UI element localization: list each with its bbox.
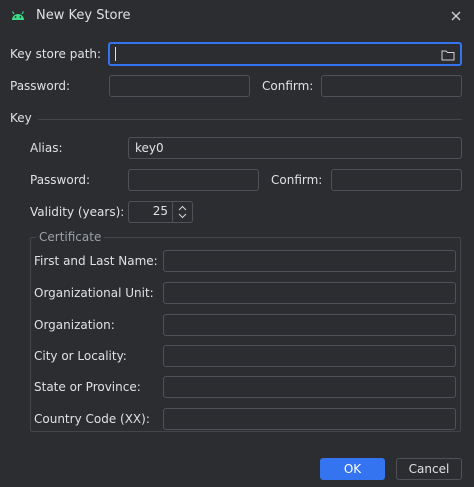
country-code-label: Country Code (XX): <box>34 412 150 426</box>
alias-label: Alias: <box>30 141 63 155</box>
validity-label: Validity (years): <box>30 205 125 219</box>
country-code-input[interactable] <box>163 408 456 430</box>
cancel-button[interactable]: Cancel <box>396 458 462 480</box>
title-bar: New Key Store <box>0 0 474 32</box>
keystore-confirm-label: Confirm: <box>262 79 314 93</box>
key-section-label: Key <box>10 111 32 125</box>
key-confirm-input[interactable] <box>331 169 462 191</box>
certificate-title: Certificate <box>36 230 105 244</box>
browse-folder-button[interactable] <box>441 49 455 64</box>
state-input[interactable] <box>163 376 456 398</box>
up-down-arrows-icon <box>178 205 187 219</box>
keystore-path-label: Key store path: <box>10 47 102 61</box>
org-unit-input[interactable] <box>163 282 456 304</box>
validity-value: 25 <box>152 204 168 218</box>
state-label: State or Province: <box>34 380 141 394</box>
org-unit-label: Organizational Unit: <box>34 286 154 300</box>
window-title: New Key Store <box>36 8 131 23</box>
keystore-password-label: Password: <box>10 79 71 93</box>
organization-label: Organization: <box>34 318 115 332</box>
city-label: City or Locality: <box>34 349 127 363</box>
keystore-confirm-input[interactable] <box>321 75 462 97</box>
first-last-name-label: First and Last Name: <box>34 254 158 268</box>
organization-input[interactable] <box>163 314 456 336</box>
folder-icon <box>441 50 455 61</box>
key-password-label: Password: <box>30 173 91 187</box>
alias-input[interactable] <box>128 137 462 159</box>
keystore-password-input[interactable] <box>109 75 250 97</box>
key-confirm-label: Confirm: <box>271 173 323 187</box>
keystore-path-input[interactable] <box>108 42 462 66</box>
spinner-arrows[interactable] <box>172 202 192 222</box>
ok-button[interactable]: OK <box>320 458 385 480</box>
key-password-input[interactable] <box>128 169 259 191</box>
key-section-divider <box>38 119 462 120</box>
city-input[interactable] <box>163 345 456 367</box>
text-caret <box>115 47 116 61</box>
close-icon <box>451 11 461 21</box>
close-button[interactable] <box>448 8 464 24</box>
first-last-name-input[interactable] <box>163 250 456 272</box>
validity-spinner[interactable]: 25 <box>128 201 193 223</box>
android-icon <box>11 10 25 24</box>
